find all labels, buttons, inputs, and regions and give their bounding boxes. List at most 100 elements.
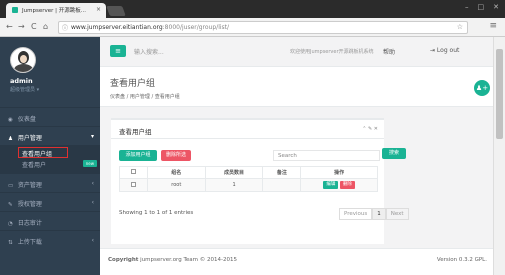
address-bar: ← → C ⌂ ⓘ www.jumpserver.eitiantian.org:… [0,18,505,37]
column-header[interactable]: 成员数目 [204,166,264,179]
scrollbar-thumb[interactable] [496,49,503,139]
sidebar-item-label: 仪表盘 [17,116,36,123]
sidebar-item-label: 授权管理 [17,201,42,208]
avatar[interactable] [10,47,36,73]
delete-button[interactable]: 删除 [339,181,355,189]
highlight-box [18,147,68,158]
menu-toggle-button[interactable]: ≡ [110,45,126,57]
row-checkbox[interactable] [130,181,136,187]
chevron-down-icon: ▾ [90,133,94,140]
pagination-previous[interactable]: Previous [339,208,373,220]
bookmark-star-icon[interactable]: ☆ [457,23,463,31]
welcome-text: 欢迎使用Jumpserver开源跳板机系统 [290,49,374,55]
page-info-icon: ⓘ [62,25,69,32]
tab-close-icon[interactable]: × [96,6,101,13]
entries-info: Showing 1 to 1 of 1 entries [119,210,194,216]
row-select-cell[interactable] [119,178,148,192]
page-scrollbar[interactable] [493,37,505,275]
edit-button[interactable]: 编辑 [323,181,339,189]
sidebar-subitem-user-groups[interactable]: 查看用户组 [0,147,100,158]
permissions-icon: ✎ [8,202,13,208]
sidebar-item-label: 资产管理 [17,182,42,189]
sidebar-item-dashboard[interactable]: ◉ 仪表盘 [0,107,100,126]
add-group-button[interactable]: 添加用户组 [119,150,157,161]
chevron-left-icon: ‹ [91,237,94,244]
browser-tab[interactable]: Jumpserver | 开源跳板... × [6,3,106,18]
column-header: 操作 [300,166,378,179]
tab-title: Jumpserver | 开源跳板... [22,8,86,14]
chevron-left-icon: ‹ [91,180,94,187]
delete-selected-button[interactable]: 删除所选 [161,150,191,161]
sidebar-subitem-label: 查看用户 [22,162,47,169]
search-input[interactable]: Search [273,150,380,161]
close-window-icon[interactable]: ✕ [493,3,499,11]
sidebar-item-audit[interactable]: ◔ 日志审计 [0,211,100,230]
profile-role-dropdown[interactable]: 超级管理员 ▾ [10,86,100,93]
select-all-checkbox[interactable] [130,169,136,174]
transfer-icon: ⇅ [8,240,13,246]
note-cell [262,178,302,192]
actions-cell: 编辑 删除 [300,178,378,192]
copyright-label: Copyright [108,257,139,263]
add-user-button[interactable]: ♟+ [474,80,490,96]
pagination: Previous 1 Next [339,208,409,220]
home-icon[interactable]: ⌂ [43,22,48,31]
select-all-header[interactable] [119,166,148,179]
audit-icon: ◔ [8,221,13,227]
panel-tools-icons[interactable]: ⌃ ✎ ✕ [362,126,378,132]
logout-link[interactable]: ⇥ Log out [430,47,459,54]
search-button[interactable]: 搜索 [382,148,406,159]
profile: admin 超级管理员 ▾ [0,37,100,107]
sidebar-subitem-users[interactable]: 查看用户 new [0,158,100,169]
help-link[interactable]: 帮助 [383,47,395,56]
new-badge: new [82,160,97,167]
version-text: Version 0.3.2 GPL. [436,257,487,263]
browser-titlebar: Jumpserver | 开源跳板... × – □ ✕ [0,0,505,18]
reload-icon[interactable]: C [31,22,37,31]
table-row: root 1 编辑 删除 [119,178,378,192]
url-input[interactable]: ⓘ www.jumpserver.eitiantian.org:8000/jus… [58,21,468,34]
breadcrumb[interactable]: 仪表盘 / 用户管理 / 查看用户组 [110,93,180,100]
sidebar-item-transfer[interactable]: ⇅ 上传下载 ‹ [0,230,100,249]
copyright-text: jumpserver.org Team © 2014-2015 [140,257,237,263]
panel-header: 查看用户组 ⌃ ✎ ✕ [111,120,384,139]
sidebar-item-assets[interactable]: ▭ 资产管理 ‹ [0,173,100,192]
member-count-link[interactable]: 1 [204,178,264,192]
profile-name: admin [10,77,33,85]
group-name-cell: root [146,178,206,192]
panel-title: 查看用户组 [119,128,152,136]
new-tab-button[interactable] [106,6,126,16]
minimize-icon[interactable]: – [465,3,469,11]
column-header[interactable]: 组名 [146,166,206,179]
chevron-left-icon: ‹ [91,199,94,206]
forward-icon[interactable]: → [18,22,25,31]
back-icon[interactable]: ← [6,22,13,31]
sidebar-item-label: 日志审计 [17,220,42,227]
footer: Copyright jumpserver.org Team © 2014-201… [100,248,493,275]
pagination-next[interactable]: Next [385,208,409,220]
copyright: Copyright jumpserver.org Team © 2014-201… [108,257,237,263]
sidebar-submenu-users: 查看用户组 查看用户 new [0,145,100,173]
browser-menu-icon[interactable]: ≡ [489,21,497,31]
sidebar-item-label: 上传下载 [17,239,42,246]
sidebar-item-permissions[interactable]: ✎ 授权管理 ‹ [0,192,100,211]
user-group-table: 组名 成员数目 备注 操作 root 1 编辑 删除 [119,166,378,192]
maximize-icon[interactable]: □ [478,3,485,11]
sidebar-item-label: 用户管理 [17,135,42,142]
url-path: :8000/juser/group/list/ [162,24,230,31]
user-group-panel: 查看用户组 ⌃ ✎ ✕ 添加用户组 删除所选 Search 组名 成员数目 备注… [111,118,409,244]
top-search-input[interactable]: 输入搜索... [134,47,164,56]
table-header-row: 组名 成员数目 备注 操作 [119,166,378,179]
page-title: 查看用户组 [110,79,156,89]
top-navbar: ≡ 输入搜索... 欢迎使用Jumpserver开源跳板机系统 帮助 ⇥ Log… [100,37,493,67]
pagination-page[interactable]: 1 [372,208,386,220]
sidebar: admin 超级管理员 ▾ ◉ 仪表盘 ♟ 用户管理 ▾ 查看用户组 查看用户 … [0,37,100,275]
url-host: www.jumpserver.eitiantian.org [71,24,163,31]
dashboard-icon: ◉ [8,117,13,123]
page-heading: 查看用户组 仪表盘 / 用户管理 / 查看用户组 ♟+ [100,67,493,107]
sidebar-item-users[interactable]: ♟ 用户管理 ▾ [0,126,100,145]
users-icon: ♟ [8,136,13,142]
window-controls: – □ ✕ [465,3,499,11]
column-header[interactable]: 备注 [262,166,302,179]
assets-icon: ▭ [8,183,14,189]
